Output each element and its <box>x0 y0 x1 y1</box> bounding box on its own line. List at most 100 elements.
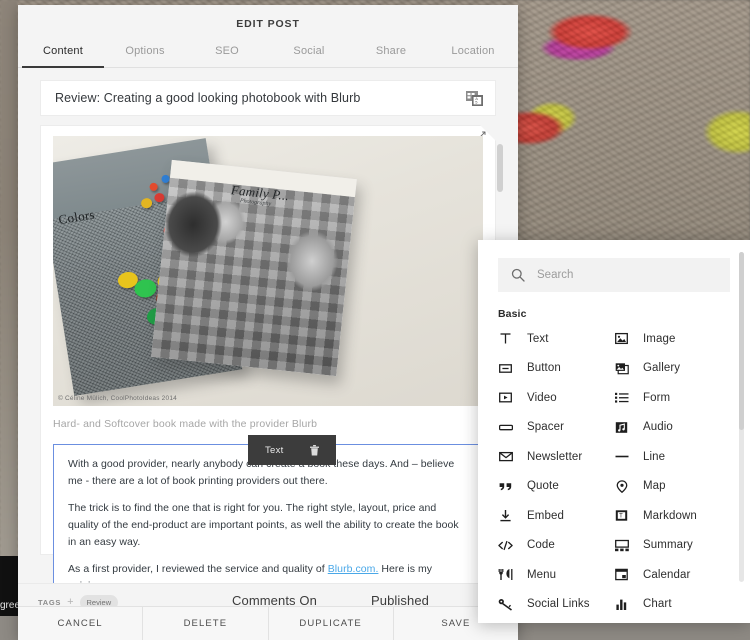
block-item-form[interactable]: Form <box>614 383 730 413</box>
image-block[interactable]: Colors Family P... Photography © Céline … <box>53 136 483 406</box>
text-block[interactable]: Text With a good provider, nearly anybod… <box>53 435 483 583</box>
block-item-chart[interactable]: Chart <box>614 590 730 620</box>
block-label: Embed <box>527 509 564 522</box>
tab-label: SEO <box>215 45 239 57</box>
tab-social[interactable]: Social <box>268 42 350 68</box>
action-bar: CANCEL DELETE DUPLICATE SAVE <box>18 606 518 640</box>
image-caption: Hard- and Softcover book made with the p… <box>53 418 318 430</box>
block-grid: Text Image Button Gallery Video Form Spa… <box>478 324 750 619</box>
block-toolbar[interactable]: Text <box>248 435 336 465</box>
menu-cutlery-icon <box>498 568 513 581</box>
candy-orange <box>149 182 159 192</box>
block-picker-panel: Basic Text Image Button Gallery Video <box>478 240 750 623</box>
paragraph-pre: As a first provider, I reviewed the serv… <box>68 563 328 575</box>
tab-label: Share <box>375 45 407 57</box>
block-item-map[interactable]: Map <box>614 472 730 502</box>
screen: gree EDIT POST Content Options SEO Socia… <box>0 0 750 640</box>
blurb-link[interactable]: Blurb.com. <box>328 563 379 575</box>
text-icon <box>498 332 513 345</box>
block-item-image[interactable]: Image <box>614 324 730 354</box>
block-label: Summary <box>643 539 693 552</box>
block-label: Form <box>643 391 671 404</box>
block-item-audio[interactable]: Audio <box>614 413 730 443</box>
block-item-calendar[interactable]: Calendar <box>614 560 730 590</box>
block-item-button[interactable]: Button <box>498 354 614 384</box>
quote-icon <box>498 480 513 493</box>
block-label: Map <box>643 480 666 493</box>
block-item-spacer[interactable]: Spacer <box>498 413 614 443</box>
tab-share[interactable]: Share <box>350 42 432 68</box>
tab-label: Location <box>451 45 495 57</box>
block-item-menu[interactable]: Menu <box>498 560 614 590</box>
block-label: Gallery <box>643 362 681 375</box>
block-item-code[interactable]: Code <box>498 531 614 561</box>
button-icon <box>498 362 513 375</box>
search-input[interactable] <box>537 269 717 281</box>
book-b-photo <box>151 175 356 377</box>
post-content-card: ↗ Colors Family P... Photography © Célin… <box>40 125 503 583</box>
edit-post-window: EDIT POST Content Options SEO Social Sha… <box>18 5 518 640</box>
tab-content[interactable]: Content <box>22 42 104 68</box>
editor-scroll-area[interactable]: Review: Creating a good looking photoboo… <box>18 68 518 583</box>
cancel-button[interactable]: CANCEL <box>18 607 144 640</box>
block-label: Quote <box>527 480 559 493</box>
block-label: Text <box>527 332 549 345</box>
embed-icon <box>498 509 513 522</box>
tab-seo[interactable]: SEO <box>186 42 268 68</box>
block-label: Button <box>527 362 561 375</box>
calendar-icon <box>614 568 629 581</box>
block-item-markdown[interactable]: T Markdown <box>614 501 730 531</box>
search-wrapper <box>478 240 750 292</box>
search-icon <box>511 268 525 282</box>
markdown-icon: T <box>614 509 629 522</box>
block-type-label: Text <box>265 444 284 456</box>
block-label: Menu <box>527 568 557 581</box>
form-icon <box>614 391 629 404</box>
block-label: Video <box>527 391 557 404</box>
video-icon <box>498 391 513 404</box>
post-type-icon[interactable]: A 5 <box>466 90 484 107</box>
block-item-gallery[interactable]: Gallery <box>614 354 730 384</box>
block-label: Calendar <box>643 568 691 581</box>
spacer-icon <box>498 421 513 434</box>
social-links-icon <box>498 598 513 611</box>
content-scrollbar-thumb[interactable] <box>497 144 503 192</box>
post-title-value: Review: Creating a good looking photoboo… <box>55 91 361 105</box>
book-cover-family: Family P... Photography <box>151 159 357 377</box>
tab-label: Social <box>293 45 325 57</box>
tab-location[interactable]: Location <box>432 42 514 68</box>
photo-credit: © Céline Mülich, CoolPhotoIdeas 2014 <box>58 395 177 402</box>
trash-icon[interactable] <box>309 444 319 456</box>
block-item-quote[interactable]: Quote <box>498 472 614 502</box>
block-label: Code <box>527 539 555 552</box>
duplicate-button[interactable]: DUPLICATE <box>269 607 394 640</box>
background-left-strip <box>0 0 18 556</box>
block-item-newsletter[interactable]: Newsletter <box>498 442 614 472</box>
delete-button[interactable]: DELETE <box>143 607 269 640</box>
block-item-text[interactable]: Text <box>498 324 614 354</box>
block-item-social-links[interactable]: Social Links <box>498 590 614 620</box>
block-group-heading: Basic <box>498 308 527 320</box>
svg-text:T: T <box>619 514 623 520</box>
search-box[interactable] <box>498 258 730 292</box>
paragraph: The trick is to find the one that is rig… <box>68 502 459 548</box>
block-item-summary[interactable]: Summary <box>614 531 730 561</box>
gallery-icon <box>614 362 629 375</box>
block-item-line[interactable]: Line <box>614 442 730 472</box>
block-label: Social Links <box>527 598 590 611</box>
tab-options[interactable]: Options <box>104 42 186 68</box>
panel-scrollbar[interactable] <box>739 252 744 582</box>
window-title: EDIT POST <box>236 18 300 30</box>
chart-icon <box>614 598 629 611</box>
newsletter-icon <box>498 450 513 463</box>
block-label: Chart <box>643 598 672 611</box>
tab-label: Content <box>43 45 83 57</box>
block-item-video[interactable]: Video <box>498 383 614 413</box>
block-label: Markdown <box>643 509 697 522</box>
block-label: Line <box>643 450 666 463</box>
block-label: Newsletter <box>527 450 583 463</box>
block-label: Audio <box>643 421 673 434</box>
paragraph-with-link: As a first provider, I reviewed the serv… <box>68 561 468 583</box>
post-title-field[interactable]: Review: Creating a good looking photoboo… <box>40 80 496 116</box>
block-item-embed[interactable]: Embed <box>498 501 614 531</box>
